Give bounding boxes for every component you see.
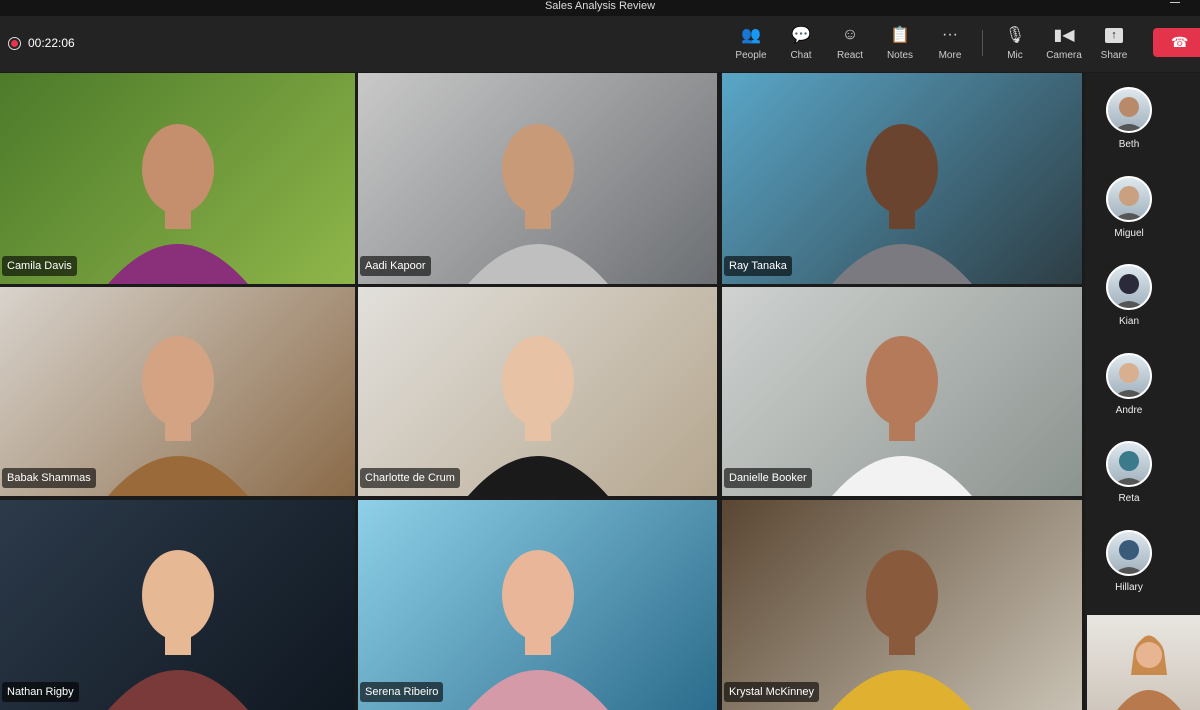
participant-video-tile[interactable]: Babak Shammas (0, 287, 355, 496)
participant-video-tile[interactable]: Ray Tanaka (722, 73, 1082, 284)
participant-name-label: Serena Ribeiro (360, 682, 444, 702)
recording-indicator: 00:22:06 (8, 36, 75, 50)
phone-hangup-icon: ☎ (1171, 34, 1189, 50)
participant-video-tile[interactable]: Krystal McKinney (722, 500, 1082, 710)
participant-name-label: Nathan Rigby (2, 682, 79, 702)
participant-video-tile[interactable]: Aadi Kapoor (358, 73, 717, 284)
sidebar-participant[interactable]: Reta (1105, 441, 1153, 504)
participant-video (832, 336, 972, 496)
avatar (1106, 87, 1152, 133)
participant-video (467, 336, 608, 496)
participant-name-label: Aadi Kapoor (360, 256, 431, 276)
participant-name: Reta (1118, 493, 1140, 504)
window-title: Sales Analysis Review (544, 0, 656, 12)
participant-video (467, 124, 608, 284)
participant-name: Kian (1118, 316, 1139, 327)
elapsed-time: 00:22:06 (28, 36, 75, 50)
minimize-button[interactable] (1170, 2, 1180, 3)
participant-video-tile[interactable]: Charlotte de Crum (358, 287, 717, 496)
share-button[interactable]: ↑ Share (1090, 24, 1138, 61)
people-icon: 👥 (741, 27, 761, 44)
avatar (1106, 175, 1152, 222)
share-icon: ↑ (1090, 24, 1138, 46)
participant-name-label: Krystal McKinney (724, 682, 819, 702)
avatar (1106, 441, 1152, 487)
participant-video (832, 550, 972, 710)
participant-name: Andre (1115, 404, 1143, 416)
participant-name-label: Camila Davis (2, 256, 77, 276)
camera-button[interactable]: ▮◀ Camera (1040, 24, 1088, 61)
avatar (1106, 529, 1152, 576)
mic-icon: 🎙 (1004, 27, 1026, 44)
chat-icon: 💬 (791, 27, 811, 44)
sidebar-participant[interactable]: Hillary (1105, 529, 1153, 593)
self-view[interactable] (1087, 615, 1200, 710)
participant-video (107, 550, 248, 710)
meeting-toolbar: 00:22:06 👥 People 💬 Chat ☺ React 📋 Notes ···… (0, 16, 1200, 72)
participant-video-tile[interactable]: Camila Davis (0, 73, 355, 284)
sidebar-participant[interactable]: Beth (1105, 87, 1153, 150)
record-icon (8, 36, 21, 50)
participant-video (467, 550, 608, 710)
participant-video (107, 336, 248, 496)
avatar (1106, 352, 1152, 399)
participant-name: Hillary (1115, 581, 1143, 593)
sidebar-participant[interactable]: Miguel (1105, 175, 1153, 239)
participant-name-label: Charlotte de Crum (360, 468, 460, 488)
chat-button[interactable]: 💬 Chat (777, 24, 825, 61)
participant-name: Miguel (1114, 227, 1144, 239)
notes-icon: 📋 (890, 27, 910, 44)
participant-video (832, 124, 972, 284)
participant-video-tile[interactable]: Nathan Rigby (0, 500, 355, 710)
participant-video (107, 124, 248, 284)
sidebar-participant[interactable]: Andre (1105, 352, 1153, 416)
notes-button[interactable]: 📋 Notes (876, 24, 924, 61)
more-button[interactable]: ··· More (926, 24, 974, 61)
participant-name-label: Danielle Booker (724, 468, 812, 488)
react-button[interactable]: ☺ React (826, 24, 874, 61)
participant-name: Beth (1118, 139, 1140, 150)
title-bar: Sales Analysis Review (0, 0, 1200, 16)
react-icon: ☺ (841, 26, 859, 43)
toolbar-divider (982, 30, 983, 56)
participant-video-tile[interactable]: Serena Ribeiro (358, 500, 717, 710)
leave-call-button[interactable]: ☎ (1153, 28, 1200, 57)
avatar (1106, 264, 1152, 310)
self-view-person (1117, 635, 1181, 710)
mic-button[interactable]: 🎙 Mic (991, 24, 1039, 61)
people-button[interactable]: 👥 People (727, 24, 775, 61)
camera-icon: ▮◀ (1053, 27, 1075, 44)
more-icon: ··· (942, 26, 958, 43)
participant-name-label: Babak Shammas (2, 468, 96, 488)
sidebar-participant[interactable]: Kian (1105, 264, 1153, 327)
participant-name-label: Ray Tanaka (724, 256, 792, 276)
participant-video-tile[interactable]: Danielle Booker (722, 287, 1082, 496)
